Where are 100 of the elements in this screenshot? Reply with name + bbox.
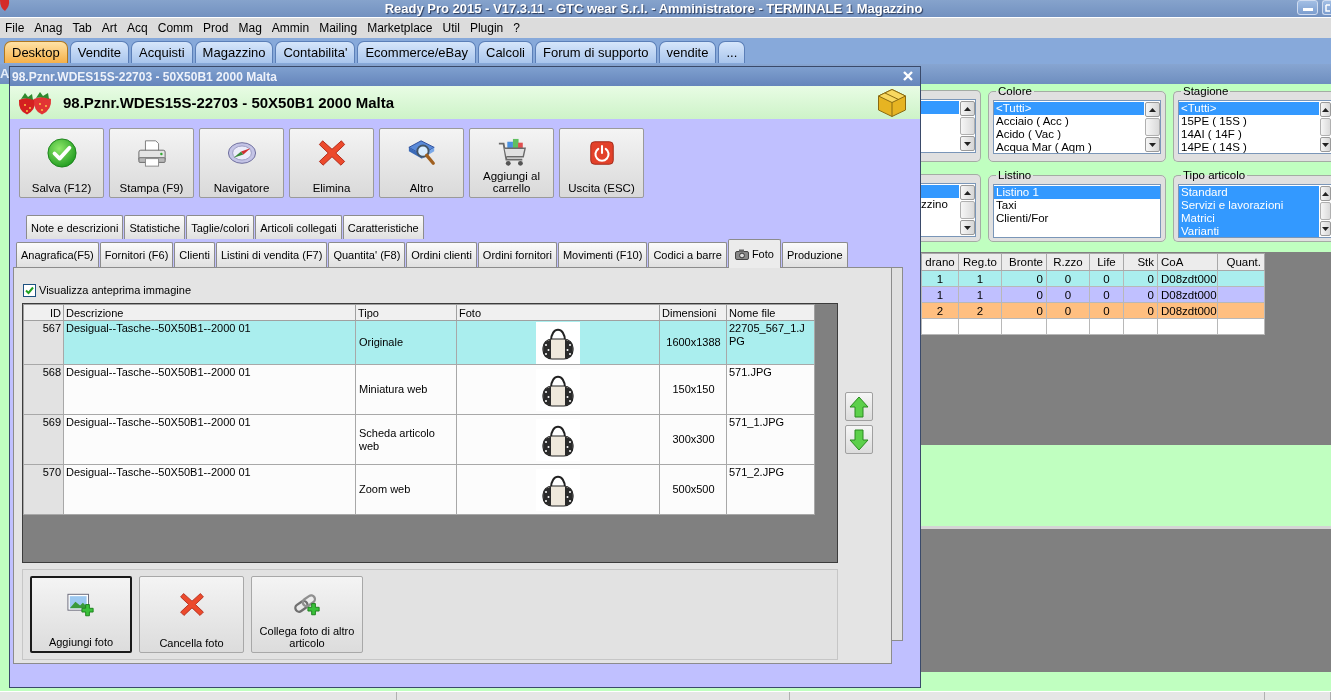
column-header[interactable]: Bronte bbox=[1001, 253, 1047, 271]
move-up-button[interactable] bbox=[845, 392, 873, 421]
column-header[interactable]: Life bbox=[1089, 253, 1124, 271]
menu-item[interactable]: File bbox=[0, 21, 30, 35]
column-header[interactable]: R.zzo bbox=[1046, 253, 1090, 271]
table-row[interactable]: 570 Desigual--Tasche--50X50B1--2000 01 Zoom web 500x500 571_2.JPG bbox=[23, 464, 815, 515]
checkbox[interactable] bbox=[23, 283, 36, 297]
menu-item[interactable]: Mailing bbox=[314, 21, 363, 35]
scrollbar[interactable] bbox=[1319, 185, 1331, 237]
scrollbar[interactable] bbox=[959, 184, 975, 236]
scrollbar[interactable] bbox=[1144, 101, 1160, 153]
scroll-thumb[interactable] bbox=[1145, 118, 1160, 136]
column-header[interactable]: Dimensioni bbox=[659, 304, 727, 321]
tab[interactable]: Ecommerce/eBay bbox=[357, 41, 476, 63]
column-header[interactable]: drano bbox=[921, 253, 959, 271]
scroll-thumb[interactable] bbox=[1320, 202, 1331, 220]
navigator-button[interactable]: Navigatore bbox=[199, 128, 284, 198]
tab[interactable]: Clienti bbox=[174, 242, 215, 267]
table-row[interactable]: 568 Desigual--Tasche--50X50B1--2000 01 Miniatura web 150x150 571.JPG bbox=[23, 364, 815, 415]
tab[interactable]: Quantita' (F8) bbox=[328, 242, 406, 267]
scroll-thumb[interactable] bbox=[960, 201, 975, 219]
scroll-up-button[interactable] bbox=[1145, 102, 1160, 117]
tab[interactable]: Calcoli bbox=[478, 41, 533, 63]
list-item[interactable]: Acciaio ( Acc ) bbox=[994, 115, 1144, 128]
scroll-up-button[interactable] bbox=[1320, 102, 1331, 117]
table-row[interactable]: 567 Desigual--Tasche--50X50B1--2000 01 Originale 1600x1388 22705_567_1.JPG bbox=[23, 320, 815, 365]
tab[interactable]: Anagrafica(F5) bbox=[16, 242, 99, 267]
list-item[interactable]: 14PE ( 14S ) bbox=[1179, 141, 1319, 153]
column-header[interactable]: CoA bbox=[1157, 253, 1218, 271]
tab[interactable]: Desktop bbox=[4, 41, 68, 63]
add-photo-button[interactable]: Aggiungi foto bbox=[30, 576, 132, 653]
column-header[interactable]: Reg.to bbox=[958, 253, 1002, 271]
tab[interactable]: Statistiche bbox=[124, 215, 186, 239]
tab[interactable]: vendite bbox=[658, 41, 717, 63]
tab[interactable]: Listini di vendita (F7) bbox=[215, 242, 328, 267]
tab[interactable]: ... bbox=[718, 41, 746, 63]
tab[interactable]: Produzione bbox=[781, 242, 848, 267]
scroll-down-button[interactable] bbox=[960, 220, 975, 235]
delete-photo-button[interactable]: Cancella foto bbox=[139, 576, 244, 653]
scroll-down-button[interactable] bbox=[960, 136, 975, 151]
list-item[interactable]: zzino bbox=[921, 198, 959, 211]
tab[interactable]: Foto bbox=[727, 239, 781, 268]
menu-item[interactable]: Plugin bbox=[464, 21, 509, 35]
exit-button[interactable]: Uscita (ESC) bbox=[559, 128, 644, 198]
menu-item[interactable]: Acq bbox=[122, 21, 153, 35]
menu-item[interactable]: Ammin bbox=[266, 21, 315, 35]
tab[interactable]: Contabilita' bbox=[275, 41, 356, 63]
close-button[interactable] bbox=[903, 71, 914, 82]
column-header[interactable]: ID bbox=[23, 304, 64, 321]
delete-button[interactable]: Elimina bbox=[289, 128, 374, 198]
menu-item[interactable]: ? bbox=[508, 21, 525, 35]
scroll-up-button[interactable] bbox=[960, 185, 975, 200]
minimize-button[interactable] bbox=[1297, 0, 1318, 15]
scroll-thumb[interactable] bbox=[1320, 118, 1331, 136]
tab[interactable]: Note e descrizioni bbox=[26, 215, 124, 239]
tab[interactable]: Caratteristiche bbox=[342, 215, 424, 239]
scroll-down-button[interactable] bbox=[1320, 221, 1331, 236]
list-item[interactable]: Acqua Mar ( Aqm ) bbox=[994, 141, 1144, 153]
tab[interactable]: Fornitori (F6) bbox=[99, 242, 174, 267]
tab[interactable]: Vendite bbox=[69, 41, 130, 63]
more-button[interactable]: Altro bbox=[379, 128, 464, 198]
print-button[interactable]: Stampa (F9) bbox=[109, 128, 194, 198]
list-box[interactable]: zzino bbox=[921, 183, 976, 237]
list-box[interactable]: <Tutti> Acciaio ( Acc ) Acido ( Vac ) Acqua Mar ( Aqm ) bbox=[993, 100, 1161, 154]
column-header[interactable]: Foto bbox=[456, 304, 660, 321]
tab[interactable]: Taglie/colori bbox=[186, 215, 255, 239]
tab[interactable]: Codici a barre bbox=[648, 242, 727, 267]
list-item[interactable]: Taxi bbox=[994, 199, 1160, 212]
list-box[interactable]: <Tutti> 15PE ( 15S ) 14AI ( 14F ) 14PE ( 14S ) bbox=[1178, 100, 1331, 154]
column-header[interactable]: Descrizione bbox=[63, 304, 356, 321]
column-header[interactable]: Nome file bbox=[726, 304, 815, 321]
save-button[interactable]: Salva (F12) bbox=[19, 128, 104, 198]
menu-item[interactable]: Marketplace bbox=[362, 21, 438, 35]
column-header[interactable]: Tipo bbox=[355, 304, 457, 321]
tab[interactable]: Ordini clienti bbox=[406, 242, 477, 267]
menu-item[interactable]: Art bbox=[96, 21, 123, 35]
scroll-down-button[interactable] bbox=[1320, 137, 1331, 152]
menu-item[interactable]: Prod bbox=[198, 21, 234, 35]
scroll-down-button[interactable] bbox=[1145, 137, 1160, 152]
menu-item[interactable]: Util bbox=[437, 21, 465, 35]
tab[interactable]: Magazzino bbox=[194, 41, 274, 63]
scrollbar[interactable] bbox=[1319, 101, 1331, 153]
tab[interactable]: Forum di supporto bbox=[535, 41, 657, 63]
link-photo-button[interactable]: Collega foto di altro articolo bbox=[251, 576, 363, 653]
menu-item[interactable]: Anag bbox=[29, 21, 68, 35]
tab[interactable]: Acquisti bbox=[131, 41, 193, 63]
scroll-thumb[interactable] bbox=[960, 117, 975, 135]
list-item[interactable]: 14AI ( 14F ) bbox=[1179, 128, 1319, 141]
checkbox-label[interactable]: Visualizza anteprima immagine bbox=[39, 284, 192, 296]
menu-item[interactable]: Comm bbox=[152, 21, 199, 35]
tab[interactable]: Ordini fornitori bbox=[477, 242, 557, 267]
tab[interactable]: Articoli collegati bbox=[255, 215, 342, 239]
menu-item[interactable]: Mag bbox=[233, 21, 267, 35]
scroll-up-button[interactable] bbox=[960, 101, 975, 116]
list-item[interactable]: Clienti/For bbox=[994, 212, 1160, 225]
table-row[interactable]: 569 Desigual--Tasche--50X50B1--2000 01 Scheda articolo web 300x300 571_1.JPG bbox=[23, 414, 815, 465]
list-box[interactable]: Listino 1 Taxi Clienti/For bbox=[993, 184, 1161, 238]
move-down-button[interactable] bbox=[845, 425, 873, 454]
list-item[interactable]: Acido ( Vac ) bbox=[994, 128, 1144, 141]
column-header[interactable]: Quant. bbox=[1217, 253, 1265, 271]
